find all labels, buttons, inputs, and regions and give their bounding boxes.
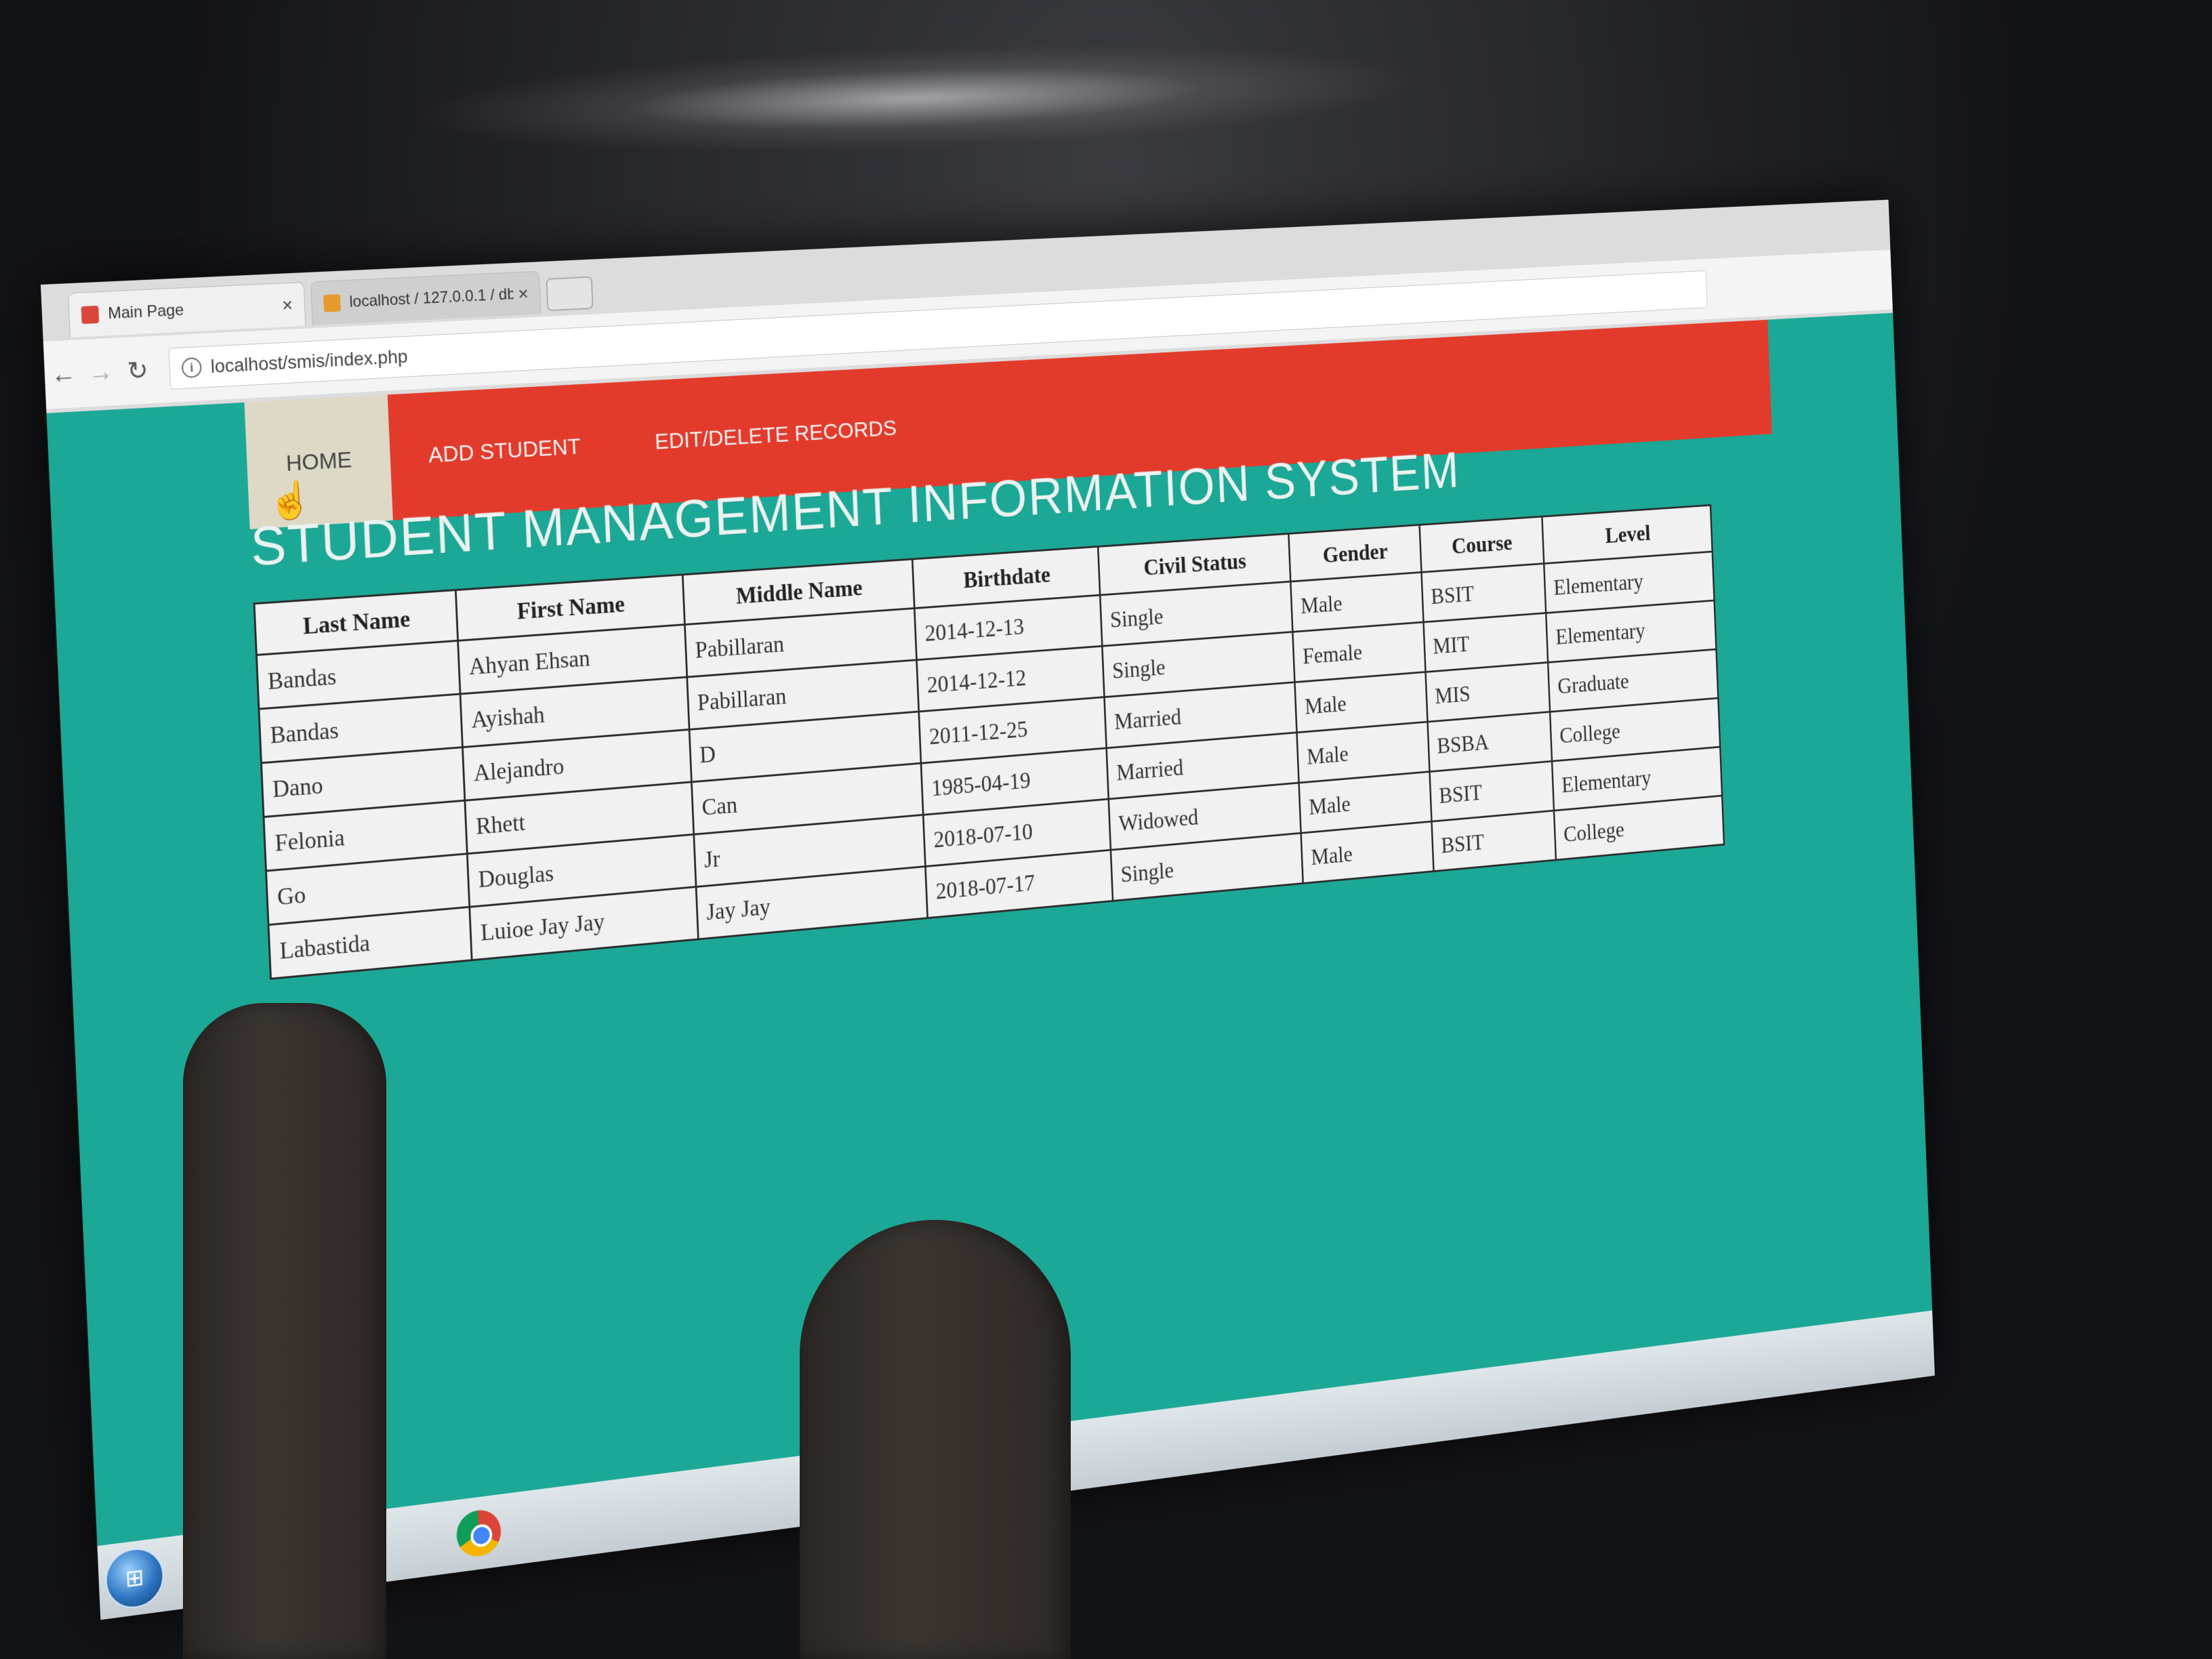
screen-glare: [405, 29, 1425, 167]
chrome-icon[interactable]: [455, 1507, 502, 1559]
table-cell: BSIT: [1421, 563, 1547, 623]
xampp-favicon-icon: [81, 305, 100, 324]
tab-label: Main Page: [107, 300, 184, 323]
info-icon[interactable]: i: [181, 357, 202, 379]
reload-icon[interactable]: ↻: [119, 354, 157, 386]
column-header: Course: [1419, 516, 1544, 573]
forward-arrow-icon[interactable]: →: [81, 357, 120, 388]
table-cell: BSIT: [1431, 811, 1557, 872]
tab-phpmyadmin[interactable]: localhost / 127.0.0.1 / db ×: [310, 270, 541, 326]
tab-main-page[interactable]: Main Page ×: [68, 281, 306, 337]
windows-start-icon[interactable]: ⊞: [104, 1544, 165, 1612]
phpmyadmin-favicon-icon: [323, 293, 341, 312]
table-cell: Male: [1300, 821, 1434, 884]
url-text: localhost/smis/index.php: [210, 346, 409, 377]
tab-label: localhost / 127.0.0.1 / db: [348, 285, 514, 311]
finger-left: [183, 1003, 386, 1659]
students-table: Last Name First Name Middle Name Birthda…: [253, 504, 1725, 980]
back-arrow-icon[interactable]: ←: [44, 359, 83, 390]
tab-close-icon[interactable]: ×: [282, 294, 293, 316]
new-tab-button[interactable]: [546, 276, 594, 312]
finger-right: [800, 1220, 1071, 1659]
photo-background: Main Page × localhost / 127.0.0.1 / db ×…: [0, 0, 2212, 1659]
tab-close-icon[interactable]: ×: [518, 283, 529, 304]
